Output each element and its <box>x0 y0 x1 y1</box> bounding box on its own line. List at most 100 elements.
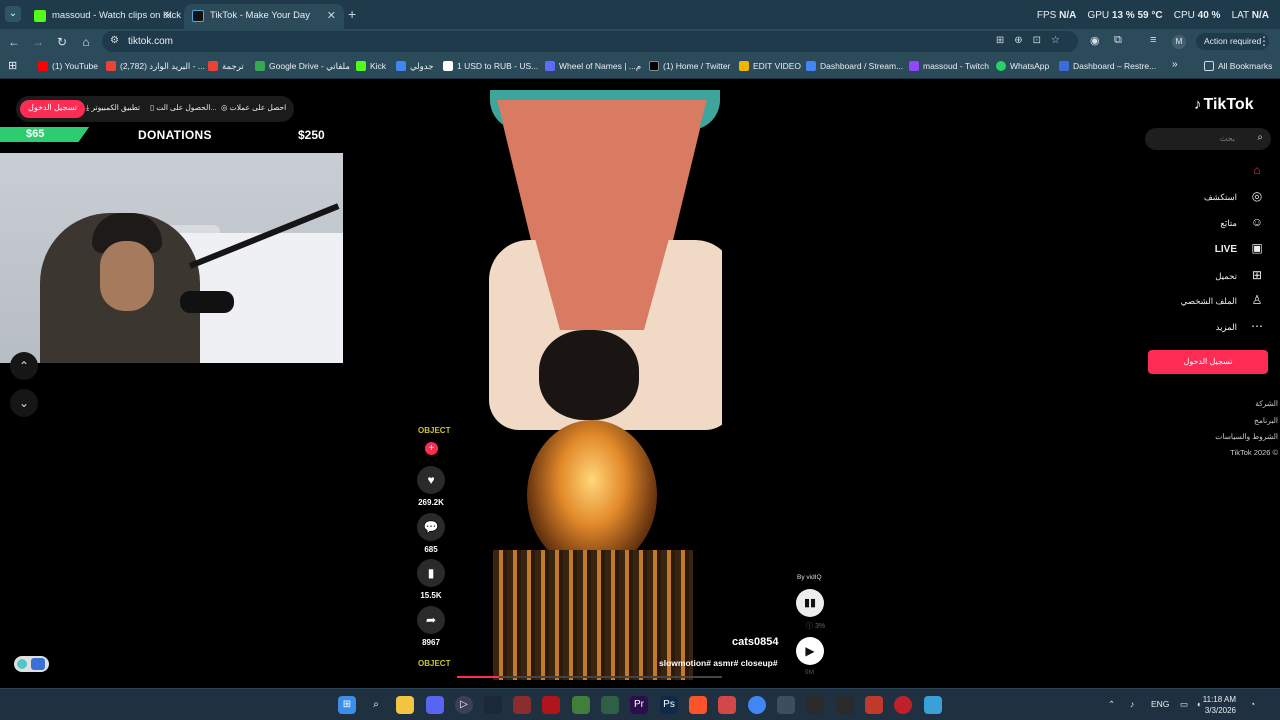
bookmark-edit-video[interactable]: EDIT VIDEO <box>739 61 801 71</box>
url-text[interactable]: tiktok.com <box>128 36 173 47</box>
apps-grid-icon[interactable]: ⊞ <box>8 59 17 72</box>
footer-company-link[interactable]: الشركة <box>1255 399 1278 408</box>
streaming-app-icon[interactable] <box>836 696 854 714</box>
app-eu2-icon[interactable] <box>865 696 883 714</box>
bookmark-kick[interactable]: Kick <box>356 61 386 71</box>
x-icon <box>649 61 659 71</box>
excel-icon[interactable] <box>601 696 619 714</box>
app-eu-icon[interactable] <box>513 696 531 714</box>
media-player-icon[interactable]: ▷ <box>455 696 473 714</box>
chrome-active-icon[interactable] <box>777 696 795 714</box>
start-icon[interactable]: ⊞ <box>338 696 356 714</box>
bookmark-twitch[interactable]: massoud - Twitch <box>909 61 989 71</box>
tab-close-icon[interactable]: ✕ <box>327 9 336 22</box>
comment-icon[interactable]: 💬 <box>417 513 445 541</box>
streamer-face <box>100 241 154 311</box>
home-button-icon[interactable]: ⌂ <box>78 34 94 50</box>
reading-list-icon[interactable]: ≡ <box>1150 34 1156 46</box>
follow-plus-icon[interactable]: + <box>425 442 438 455</box>
translate-icon <box>208 61 218 71</box>
omnibox-actions[interactable]: ⊞⊕⊡☆ <box>996 35 1070 46</box>
app-dark-icon[interactable] <box>806 696 824 714</box>
footer-terms-link[interactable]: الشروط والسياسات <box>1215 432 1278 441</box>
brave-icon[interactable] <box>689 696 707 714</box>
share-icon[interactable]: ➦ <box>417 606 445 634</box>
music-disc-icon[interactable]: OBJECT <box>418 660 450 668</box>
app-red-icon[interactable] <box>718 696 736 714</box>
premiere-icon[interactable]: Pr <box>630 696 648 714</box>
tiktok-logo[interactable]: ♪ TikTok <box>1194 96 1254 114</box>
browser-menu-icon[interactable]: ⋮ <box>1258 34 1270 48</box>
bookmark-wheel-of-names[interactable]: Wheel of Names | ...م <box>545 61 641 72</box>
system-clock[interactable]: 11:18 AM 3/3/2026 <box>1203 694 1236 716</box>
network-icon[interactable]: ▭ <box>1180 699 1188 710</box>
bookmark-restream[interactable]: Dashboard – Restre... <box>1059 61 1156 71</box>
like-heart-icon[interactable]: ♥ <box>417 466 445 494</box>
microphone-tray-icon[interactable]: ♪ <box>1130 699 1134 709</box>
profile-avatar[interactable]: M <box>1172 35 1186 49</box>
footer-program-link[interactable]: البرنامج <box>1254 416 1278 425</box>
video-hashtags[interactable]: slowmotion# asmr# closeup# <box>659 658 778 668</box>
bookmark-twitter[interactable]: (1) Home / Twitter <box>649 61 730 71</box>
chrome-icon[interactable] <box>748 696 766 714</box>
video-progress-bar[interactable] <box>457 676 722 678</box>
language-indicator[interactable]: ENG <box>1151 699 1169 709</box>
notifications-icon[interactable]: ◔ <box>1250 699 1255 709</box>
search-taskbar-icon[interactable]: ⌕ <box>367 696 385 714</box>
bookmark-whatsapp[interactable]: WhatsApp <box>996 61 1049 71</box>
volume-icon[interactable]: ◖ <box>1196 699 1201 709</box>
app-green-icon[interactable] <box>572 696 590 714</box>
get-coins-link[interactable]: ◎ احصل على عملات <box>221 103 286 112</box>
top-login-button[interactable]: تسجيل الدخول <box>20 100 85 118</box>
bookmark-usd-rub[interactable]: 1 USD to RUB - US... <box>443 61 538 71</box>
top-action-chips: تسجيل الدخول ⤓ تطبيق الكمبيوتر ▯ الحصول … <box>16 96 294 122</box>
more-icon: ⋯ <box>1251 319 1263 333</box>
tray-overflow-icon[interactable]: ⌃ <box>1108 699 1115 710</box>
bookmark-youtube[interactable]: (1) YouTube <box>38 61 98 71</box>
photoshop-icon[interactable]: Ps <box>660 696 678 714</box>
bookmark-gmail[interactable]: (2,782) البريد الوارد - ... <box>106 61 205 72</box>
bookmark-dashboard-stream[interactable]: Dashboard / Stream... <box>806 61 903 71</box>
tab-search-button[interactable]: ⌄ <box>5 6 21 22</box>
bookmarks-overflow-button[interactable]: » <box>1172 59 1178 70</box>
reload-icon[interactable]: ↻ <box>54 34 70 50</box>
computer-app-link[interactable]: ⤓ تطبيق الكمبيوتر <box>86 103 140 113</box>
bookmark-translate[interactable]: ترجمة <box>208 61 244 72</box>
game-launcher-icon[interactable] <box>542 696 560 714</box>
address-bar[interactable]: ⚙ tiktok.com ⊞⊕⊡☆ <box>102 31 1078 52</box>
back-icon[interactable]: ← <box>6 34 22 50</box>
tab-tiktok[interactable]: TikTok - Make Your Day ✕ <box>184 4 344 29</box>
notepad-icon[interactable] <box>924 696 942 714</box>
search-input[interactable]: بحث ⌕ <box>1145 128 1271 150</box>
bookmark-icon[interactable]: ▮ <box>417 559 445 587</box>
bookmark-google-drive[interactable]: Google Drive - ملفاتي <box>255 61 350 72</box>
donation-title: DONATIONS <box>138 128 212 142</box>
all-bookmarks-button[interactable]: All Bookmarks <box>1204 61 1272 71</box>
file-explorer-icon[interactable] <box>396 696 414 714</box>
floating-extension-widget[interactable] <box>14 656 49 672</box>
video-username[interactable]: cats0854 <box>732 636 779 648</box>
bookmark-schedule[interactable]: جدولي <box>396 61 434 72</box>
extension-icon[interactable]: ◉ <box>1090 34 1100 47</box>
new-tab-button[interactable]: + <box>348 6 356 22</box>
tab-close-icon[interactable]: ✕ <box>164 9 173 22</box>
previous-video-icon[interactable]: ⌃ <box>10 352 38 380</box>
site-info-icon[interactable]: ⚙ <box>110 35 119 46</box>
next-video-icon[interactable]: ⌄ <box>10 389 38 417</box>
vidiq-stats-icon[interactable]: ▮▮ <box>796 589 824 617</box>
search-icon[interactable]: ⌕ <box>1257 132 1263 143</box>
twitch-icon <box>909 61 919 71</box>
steam-icon[interactable] <box>484 696 502 714</box>
tab-kick[interactable]: massoud - Watch clips on Kick ✕ <box>26 4 181 29</box>
discord-icon[interactable] <box>426 696 444 714</box>
extensions-puzzle-icon[interactable]: ⧉ <box>1114 34 1122 47</box>
play-icon[interactable]: ▶ <box>796 637 824 665</box>
video-player[interactable] <box>457 80 722 680</box>
creator-avatar[interactable]: OBJECT <box>418 427 450 435</box>
forward-icon[interactable]: → <box>30 34 46 50</box>
vidiq-info: ⓘ 3% <box>806 623 826 630</box>
play-sub-label: 9M <box>805 669 815 676</box>
sidebar-login-button[interactable]: تسجيل الدخول <box>1148 350 1268 374</box>
creative-cloud-icon[interactable] <box>894 696 912 714</box>
get-app-link[interactable]: ▯ الحصول على الت... <box>150 103 217 112</box>
